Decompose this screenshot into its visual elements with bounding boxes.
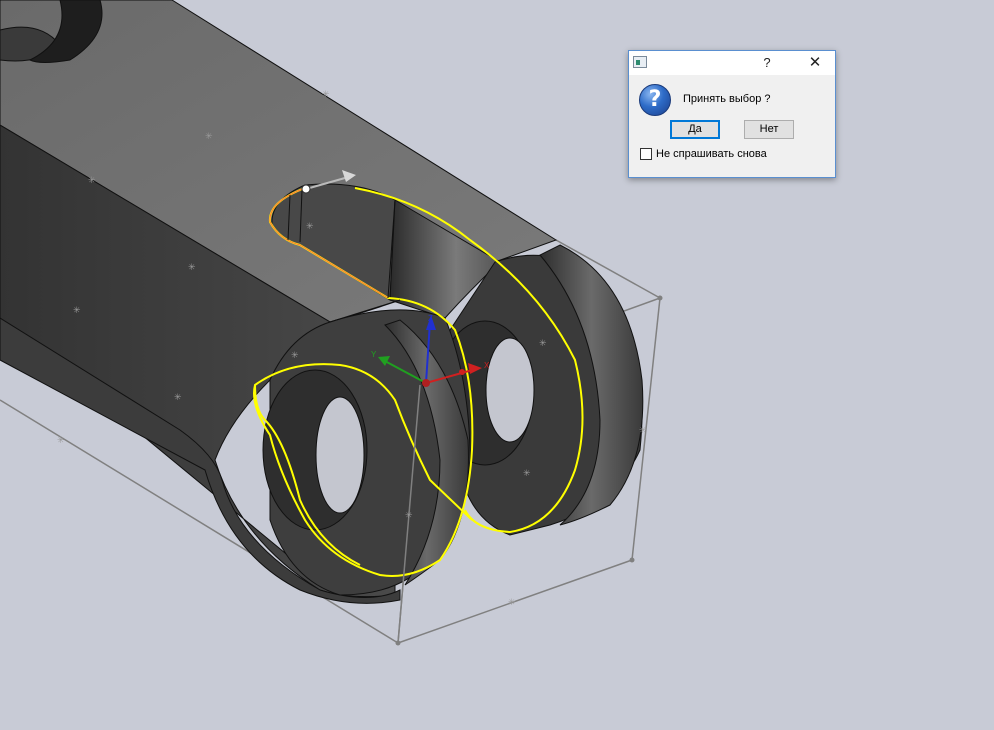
no-button[interactable]: Нет (744, 120, 794, 139)
axis-z-label: Z (428, 314, 433, 323)
svg-text:✳: ✳ (322, 90, 330, 100)
svg-text:✳: ✳ (73, 306, 81, 316)
svg-text:✳: ✳ (188, 263, 196, 273)
question-icon: ? (639, 84, 671, 116)
svg-text:✳: ✳ (539, 339, 547, 349)
confirm-selection-dialog: ? ✕ ? Принять выбор ? Да Нет Не спрашива… (628, 50, 836, 178)
yes-button[interactable]: Да (670, 120, 720, 139)
app-icon (633, 56, 647, 68)
left-lug-hole-inner (315, 396, 365, 514)
dont-ask-again-label[interactable]: Не спрашивать снова (656, 148, 767, 160)
svg-text:✳: ✳ (306, 222, 314, 232)
dialog-titlebar[interactable]: ? ✕ (629, 51, 835, 75)
svg-text:✳: ✳ (523, 469, 531, 479)
svg-text:✳: ✳ (291, 351, 299, 361)
dialog-message: Принять выбор ? (683, 93, 771, 105)
svg-text:✳: ✳ (639, 426, 647, 436)
dont-ask-again-checkbox[interactable] (640, 148, 652, 160)
close-button[interactable]: ✕ (795, 51, 835, 75)
3d-viewport[interactable]: Z Y X ✳ ✳ ✳ ✳ ✳ ✳ ✳ ✳ ✳ ✳ ✳ ✳ ✳ ✳ (0, 0, 994, 730)
help-button[interactable]: ? (753, 51, 781, 75)
axis-y-label: Y (371, 350, 377, 359)
svg-text:✳: ✳ (88, 176, 96, 186)
svg-text:✳: ✳ (205, 132, 213, 142)
right-lug-hole-inner (485, 337, 535, 443)
svg-text:✳: ✳ (174, 393, 182, 403)
axis-x-label: X (484, 361, 490, 370)
svg-text:✳: ✳ (405, 511, 413, 521)
svg-text:✳: ✳ (57, 436, 65, 446)
svg-text:✳: ✳ (508, 598, 516, 608)
